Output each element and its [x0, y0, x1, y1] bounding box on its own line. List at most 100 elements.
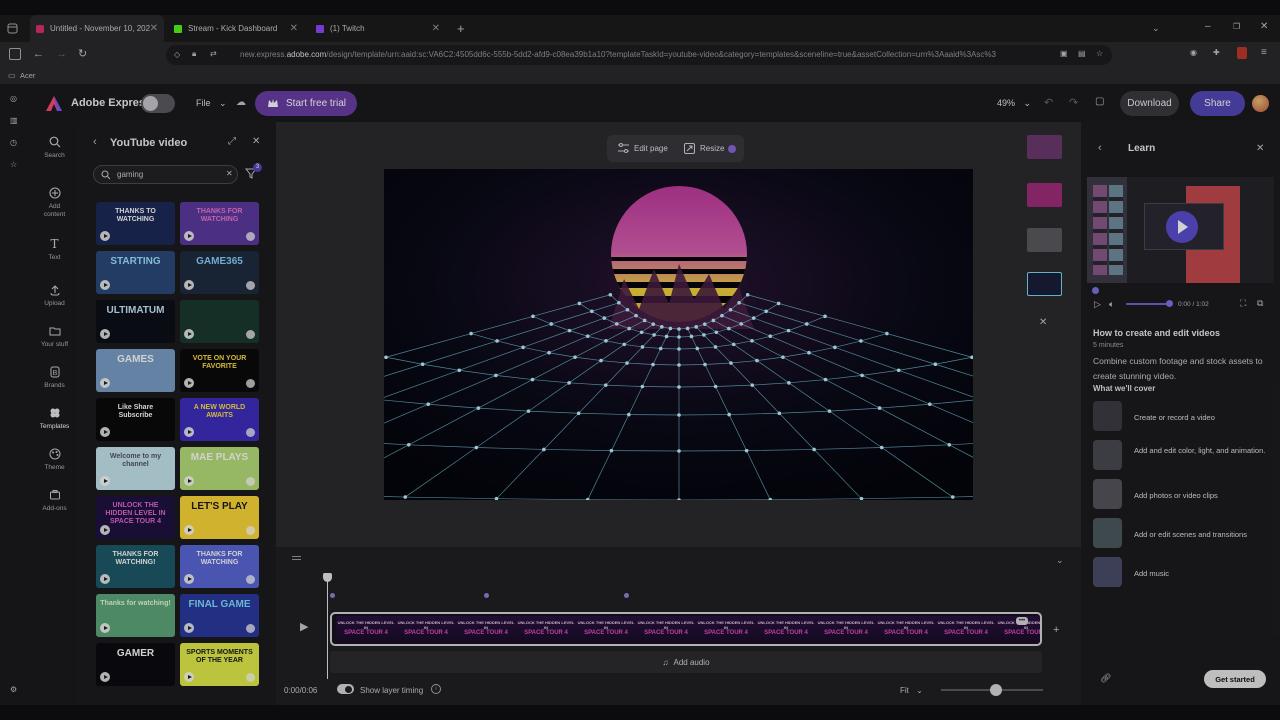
redo-icon[interactable]: ↷ [1069, 96, 1078, 109]
lesson-step[interactable]: Add and edit color, light, and animation… [1093, 440, 1275, 470]
bookmark-star-icon[interactable]: ☆ [1096, 49, 1103, 58]
template-thumbnail[interactable]: THANKS TO WATCHING [96, 202, 175, 245]
url-field[interactable]: ◇ 🔒︎ ⇄ new.express.adobe.com/design/temp… [166, 45, 1112, 65]
fullscreen-icon[interactable]: ⛶ [1240, 298, 1246, 309]
get-started-button[interactable]: Get started [1204, 670, 1266, 688]
template-thumbnail[interactable] [180, 300, 259, 343]
tab-list-icon[interactable] [7, 23, 18, 34]
sidebar-wallet-icon[interactable]: ▥ [10, 116, 18, 125]
template-thumbnail[interactable]: STARTING [96, 251, 175, 294]
page-thumb[interactable] [1027, 183, 1062, 207]
template-thumbnail[interactable]: Like Share Subscribe [96, 398, 175, 441]
template-thumbnail[interactable]: Thanks for watching! [96, 594, 175, 637]
template-thumbnail[interactable]: MAE PLAYS [180, 447, 259, 490]
template-thumbnail[interactable]: ULTIMATUM [96, 300, 175, 343]
tool-theme[interactable]: Theme [33, 448, 76, 471]
maximize-icon[interactable]: ❐ [1233, 22, 1240, 31]
extension-badge-icon[interactable] [1237, 47, 1247, 59]
cloud-sync-icon[interactable]: ☁ [236, 97, 246, 108]
account-icon[interactable]: ◉ [1190, 48, 1197, 57]
close-icon[interactable]: ✕ [150, 23, 158, 34]
lesson-step[interactable]: Add photos or video clips [1093, 479, 1275, 509]
file-menu[interactable]: File ⌄ [196, 98, 227, 109]
tab-twitch[interactable]: (1) Twitch ✕ [310, 15, 446, 42]
template-thumbnail[interactable]: FINAL GAME [180, 594, 259, 637]
template-thumbnail[interactable]: THANKS FOR WATCHING [180, 202, 259, 245]
drag-handle-icon[interactable] [292, 556, 301, 560]
template-search-input[interactable]: gaming ✕ [93, 165, 238, 184]
layer-timing-toggle[interactable] [337, 684, 354, 694]
template-thumbnail[interactable]: Welcome to my channel [96, 447, 175, 490]
start-free-trial-button[interactable]: Start free trial [255, 91, 357, 116]
page-thumb[interactable] [1027, 228, 1062, 252]
keyframe-marker[interactable] [624, 593, 629, 598]
tab-search-icon[interactable]: ⌄ [1152, 23, 1160, 34]
timeline-zoom-knob[interactable] [990, 684, 1003, 696]
close-icon[interactable]: ✕ [252, 136, 260, 147]
mode-toggle[interactable] [141, 94, 175, 113]
info-icon[interactable]: i [431, 684, 441, 694]
template-thumbnail[interactable]: UNLOCK THE HIDDEN LEVEL IN SPACE TOUR 4 [96, 496, 175, 539]
lesson-step[interactable]: Add or edit scenes and transitions [1093, 518, 1275, 548]
template-thumbnail[interactable]: GAMER [96, 643, 175, 686]
history-icon[interactable]: ◷ [10, 138, 17, 147]
lesson-step[interactable]: Add music [1093, 557, 1275, 587]
add-audio-button[interactable]: ♫ Add audio [330, 651, 1042, 673]
lock-icon[interactable]: 🔒︎ [192, 49, 196, 59]
video-clip-track[interactable]: UNLOCK THE HIDDEN LEVEL IN SPACE TOUR 4 UN… [330, 612, 1042, 646]
undo-icon[interactable]: ↶ [1044, 96, 1053, 109]
tool-search[interactable]: Search [33, 136, 76, 159]
sidebar-toggle-icon[interactable] [9, 48, 21, 60]
tab-adobe-express[interactable]: Untitled - November 10, 2025 at ✕ [30, 15, 164, 42]
favorites-icon[interactable]: ☆ [10, 160, 17, 169]
back-chevron-icon[interactable]: ‹ [1098, 142, 1102, 154]
close-icon[interactable]: ✕ [432, 23, 440, 34]
playhead[interactable] [323, 573, 332, 679]
play-icon[interactable]: ▶ [300, 620, 308, 633]
clear-icon[interactable]: ✕ [226, 169, 233, 178]
tool-add-ons[interactable]: Add-ons [33, 489, 76, 512]
keyframe-marker[interactable] [484, 593, 489, 598]
extensions-icon[interactable]: ✚ [1213, 48, 1220, 57]
video-play-button[interactable] [1166, 211, 1198, 243]
settings-gear-icon[interactable]: ⚙ [10, 685, 17, 694]
close-icon[interactable]: ✕ [1256, 143, 1264, 154]
page-thumb[interactable] [1027, 135, 1062, 159]
avatar[interactable] [1252, 95, 1269, 112]
picture-in-picture-icon[interactable]: ▣ [1060, 49, 1068, 58]
volume-slider[interactable] [1126, 303, 1169, 305]
share-button[interactable]: Share [1190, 91, 1245, 116]
sidebar-app-icon[interactable]: ◎ [10, 94, 17, 103]
template-thumbnail[interactable]: LET'S PLAY [180, 496, 259, 539]
lesson-step[interactable]: Create or record a video [1093, 401, 1275, 431]
volume-knob[interactable] [1166, 300, 1173, 307]
edit-page-button[interactable]: Edit page [634, 144, 668, 153]
zoom-level[interactable]: 49% ⌄ [997, 98, 1031, 109]
back-icon[interactable]: ← [33, 48, 44, 60]
fit-dropdown[interactable]: Fit ⌄ [900, 686, 923, 695]
template-thumbnail[interactable]: GAME365 [180, 251, 259, 294]
tune-icon[interactable]: ⇄ [210, 49, 217, 58]
shield-icon[interactable]: ◇ [174, 50, 180, 59]
expand-icon[interactable]: ⤢ [228, 136, 236, 147]
template-thumbnail[interactable]: THANKS FOR WATCHING [180, 545, 259, 588]
design-canvas[interactable] [384, 169, 973, 500]
tool-upload[interactable]: Upload [33, 284, 76, 307]
close-icon[interactable]: ✕ [1039, 317, 1047, 328]
template-thumbnail[interactable]: GAMES [96, 349, 175, 392]
add-scene-icon[interactable]: + [1053, 624, 1059, 636]
popout-icon[interactable]: ⧉ [1257, 298, 1263, 309]
forward-icon[interactable]: → [56, 48, 67, 60]
keyframe-marker[interactable] [330, 593, 335, 598]
tab-kick[interactable]: Stream - Kick Dashboard ✕ [168, 15, 304, 42]
bookmark-acer[interactable]: Acer [20, 71, 35, 80]
back-chevron-icon[interactable]: ‹ [93, 136, 97, 148]
template-thumbnail[interactable]: A NEW WORLD AWAITS [180, 398, 259, 441]
template-thumbnail[interactable]: VOTE ON YOUR FAVORITE [180, 349, 259, 392]
more-options-icon[interactable]: ••• [1016, 617, 1028, 625]
download-button[interactable]: Download [1120, 91, 1179, 116]
reader-icon[interactable]: ▤ [1078, 49, 1086, 58]
window-close-icon[interactable]: ✕ [1260, 21, 1268, 32]
tool-templates[interactable]: Templates [33, 407, 76, 430]
new-tab-icon[interactable]: + [457, 21, 465, 36]
